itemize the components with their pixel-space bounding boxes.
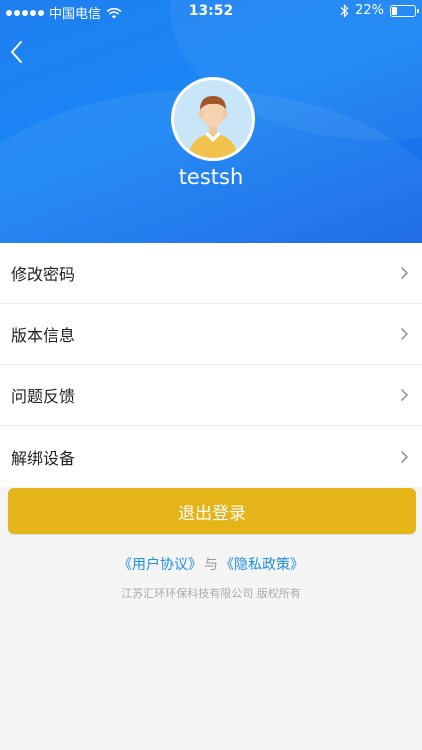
menu-item-unbind-device[interactable]: 解绑设备 [0, 426, 422, 487]
legal-links: 《用户协议》与《隐私政策》 [0, 554, 422, 574]
menu-item-version-info[interactable]: 版本信息 [0, 304, 422, 365]
user-avatar-icon [174, 80, 252, 158]
status-bar: 中国电信 13:52 22% [0, 0, 422, 22]
user-agreement-link[interactable]: 《用户协议》 [118, 557, 202, 573]
settings-menu: 修改密码 版本信息 问题反馈 解绑设备 [0, 243, 422, 487]
links-conjunction: 与 [204, 557, 218, 573]
privacy-policy-link[interactable]: 《隐私政策》 [220, 557, 304, 573]
menu-item-label: 问题反馈 [11, 387, 76, 406]
avatar[interactable] [171, 77, 255, 161]
chevron-right-icon [401, 267, 409, 279]
chevron-right-icon [401, 328, 409, 340]
chevron-right-icon [401, 450, 409, 463]
logout-button[interactable]: 退出登录 [8, 488, 416, 534]
username: testsh [178, 165, 244, 189]
menu-item-feedback[interactable]: 问题反馈 [0, 365, 422, 426]
chevron-right-icon [401, 389, 409, 401]
bluetooth-icon [340, 3, 349, 18]
menu-item-label: 版本信息 [11, 326, 76, 345]
copyright-text: 江苏汇环环保科技有限公司 版权所有 [121, 587, 301, 600]
battery-percent: 22% [355, 3, 384, 18]
menu-item-label: 解绑设备 [11, 448, 76, 468]
menu-item-change-password[interactable]: 修改密码 [0, 243, 422, 304]
back-arrow-icon[interactable] [6, 38, 30, 66]
battery-icon [390, 4, 419, 17]
profile-header: 中国电信 13:52 22% testsh [0, 0, 422, 243]
menu-item-label: 修改密码 [11, 265, 76, 284]
